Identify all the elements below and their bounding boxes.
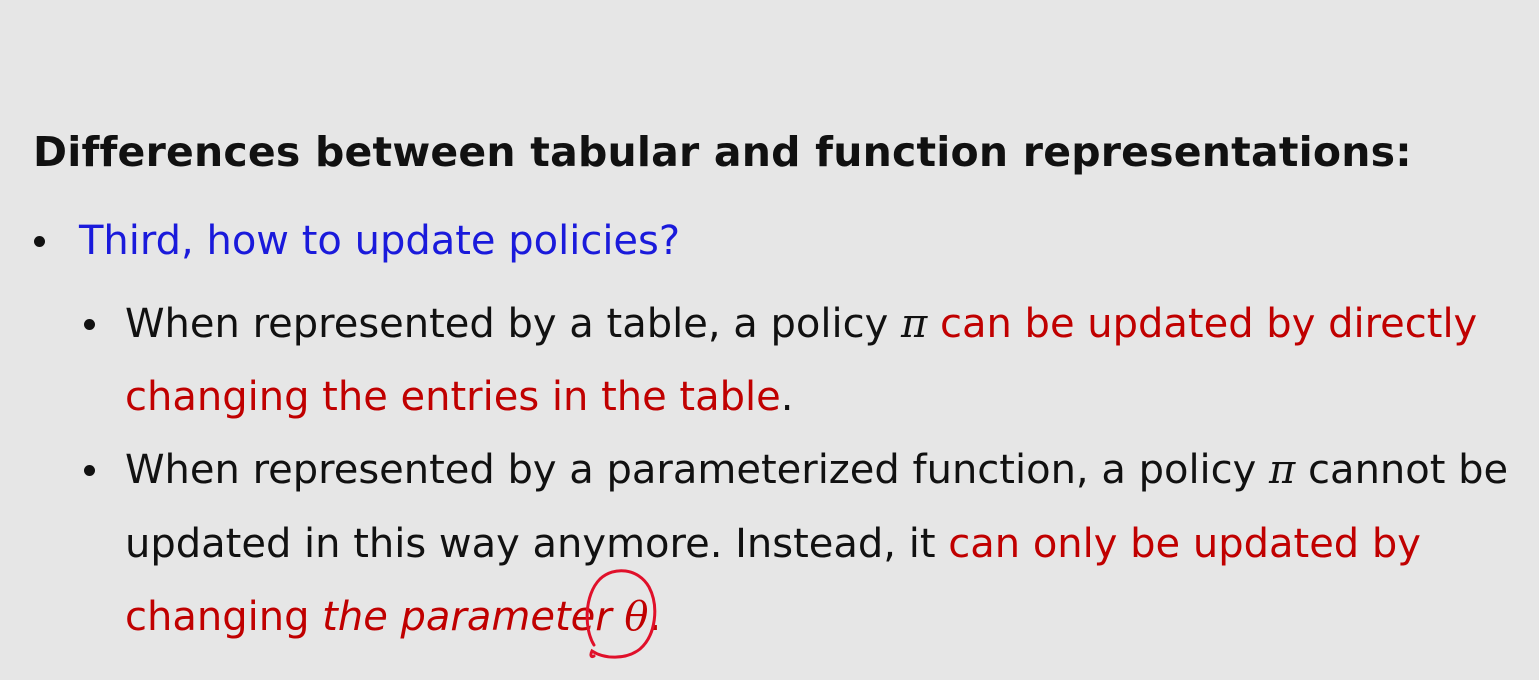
sub-bullet-dot: [84, 319, 95, 330]
sub-bullet-table-text: When represented by a table, a policy: [125, 301, 901, 347]
sub-bullet-table-period: .: [780, 374, 794, 420]
sub-bullet-function-text: When represented by a parameterized func…: [125, 447, 1270, 493]
policy-pi-symbol: π: [1269, 447, 1296, 493]
bullet-dot: [34, 236, 45, 247]
sub-bullet-table-line-1: When represented by a table, a policy π …: [125, 296, 1477, 352]
sub-bullet-table-highlight: can be updated by directly: [927, 301, 1478, 347]
slide-heading: Differences between tabular and function…: [33, 128, 1412, 176]
slide: Differences between tabular and function…: [0, 0, 1539, 680]
sub-bullet-function-period: .: [648, 594, 662, 640]
sub-bullet-function-text-2: updated in this way anymore. Instead, it: [125, 521, 949, 567]
sub-bullet-function-line-1: When represented by a parameterized func…: [125, 442, 1508, 498]
sub-bullet-function-line-3: changing the parameter θ.: [125, 589, 661, 645]
parameter-phrase: the parameter: [322, 594, 625, 640]
sub-bullet-table-highlight-cont: changing the entries in the table: [125, 374, 781, 420]
sub-bullet-function-text-cont: cannot be: [1295, 447, 1509, 493]
sub-bullet-function-highlight: can only be updated by: [948, 521, 1421, 567]
sub-bullet-dot: [84, 465, 95, 476]
sub-bullet-function-highlight-cont: changing: [125, 594, 323, 640]
theta-symbol: θ: [624, 594, 649, 640]
sub-bullet-table-line-2: changing the entries in the table.: [125, 369, 793, 425]
bullet-third-question: Third, how to update policies?: [79, 218, 681, 264]
policy-pi-symbol: π: [900, 301, 928, 347]
sub-bullet-function-line-2: updated in this way anymore. Instead, it…: [125, 516, 1421, 572]
